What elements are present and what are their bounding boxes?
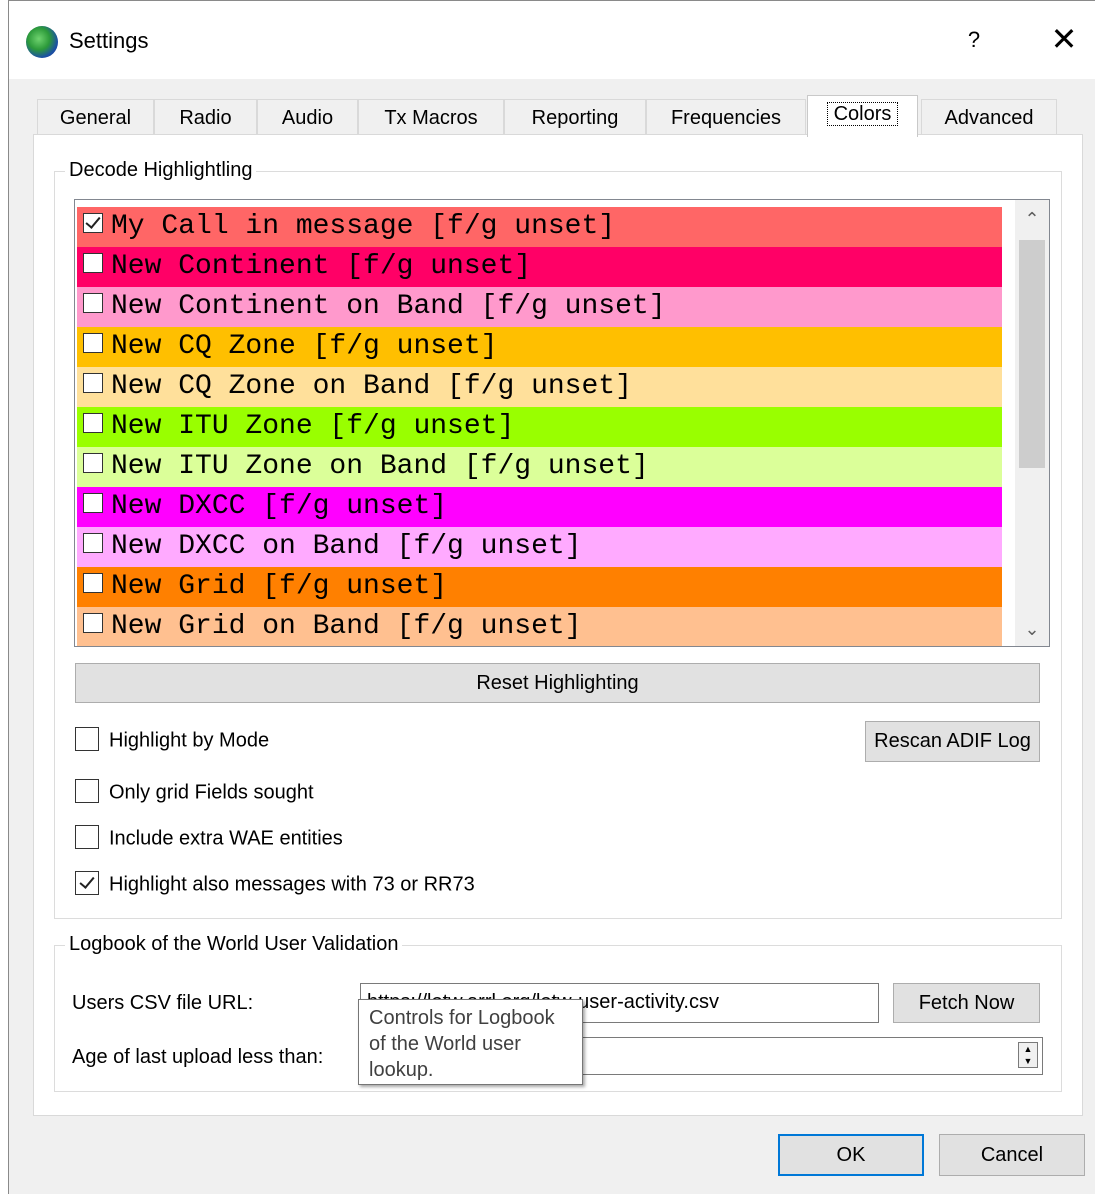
row-label: New CQ Zone on Band [f/g unset] [111,371,632,402]
lotw-group-title: Logbook of the World User Validation [65,933,403,956]
row-label: New ITU Zone [f/g unset] [111,411,515,442]
row-checkbox-checked[interactable] [83,212,103,233]
checkbox-box [75,727,99,751]
include-wae-checkbox[interactable]: Include extra WAE entities [75,825,343,851]
scroll-down-icon[interactable]: ⌄ [1015,612,1049,646]
row-label: New CQ Zone [f/g unset] [111,331,498,362]
tab-audio[interactable]: Audio [257,99,358,135]
window-title: Settings [69,28,149,53]
row-label: New Continent on Band [f/g unset] [111,291,666,322]
lotw-tooltip: Controls for Logbook of the World user l… [358,999,583,1085]
cancel-button[interactable]: Cancel [939,1134,1085,1176]
highlight-row[interactable]: New CQ Zone on Band [f/g unset] [77,367,1002,407]
checkbox-box [75,779,99,803]
tab-colors[interactable]: Colors [807,95,918,137]
row-checkbox[interactable] [83,612,103,633]
row-checkbox[interactable] [83,252,103,273]
row-label: My Call in message [f/g unset] [111,211,616,242]
highlight-row[interactable]: New Grid on Band [f/g unset] [77,607,1002,646]
highlight-73-checkbox[interactable]: Highlight also messages with 73 or RR73 [75,871,475,897]
row-label: New ITU Zone on Band [f/g unset] [111,451,649,482]
row-checkbox[interactable] [83,412,103,433]
reset-highlighting-button[interactable]: Reset Highlighting [75,663,1040,703]
checkbox-label: Only grid Fields sought [109,781,314,804]
highlight-row[interactable]: My Call in message [f/g unset] [77,207,1002,247]
highlight-list[interactable]: My Call in message [f/g unset] New Contin… [74,199,1050,647]
row-label: New Grid on Band [f/g unset] [111,611,582,642]
row-checkbox[interactable] [83,372,103,393]
only-grid-fields-checkbox[interactable]: Only grid Fields sought [75,779,314,805]
row-checkbox[interactable] [83,492,103,513]
rescan-adif-log-button[interactable]: Rescan ADIF Log [865,721,1040,762]
tab-tx-macros[interactable]: Tx Macros [358,99,504,135]
row-checkbox[interactable] [83,572,103,593]
row-checkbox[interactable] [83,532,103,553]
fetch-now-button[interactable]: Fetch Now [893,983,1040,1023]
ok-button[interactable]: OK [778,1134,924,1176]
highlight-row[interactable]: New Grid [f/g unset] [77,567,1002,607]
highlight-row[interactable]: New ITU Zone on Band [f/g unset] [77,447,1002,487]
checkbox-label: Highlight by Mode [109,729,270,752]
highlight-row[interactable]: New Continent on Band [f/g unset] [77,287,1002,327]
checkbox-box-checked [75,871,99,895]
users-csv-url-label: Users CSV file URL: [72,992,254,1014]
tab-general[interactable]: General [37,99,154,135]
checkbox-label: Include extra WAE entities [109,827,343,850]
decode-group-title: Decode Highlightling [65,159,257,182]
tab-frequencies[interactable]: Frequencies [646,99,806,135]
age-last-upload-label: Age of last upload less than: [72,1046,324,1068]
help-button[interactable]: ? [964,27,984,53]
row-label: New DXCC [f/g unset] [111,491,448,522]
spin-updown-icon[interactable]: ▲ ▼ [1018,1042,1038,1068]
highlight-by-mode-checkbox[interactable]: Highlight by Mode [75,727,270,753]
highlight-row[interactable]: New Continent [f/g unset] [77,247,1002,287]
checkbox-label: Highlight also messages with 73 or RR73 [109,873,475,896]
highlight-row[interactable]: New CQ Zone [f/g unset] [77,327,1002,367]
highlight-row[interactable]: New DXCC [f/g unset] [77,487,1002,527]
row-label: New Grid [f/g unset] [111,571,448,602]
row-checkbox[interactable] [83,452,103,473]
scroll-thumb[interactable] [1019,240,1045,468]
tab-reporting[interactable]: Reporting [504,99,646,135]
checkbox-box [75,825,99,849]
highlight-row[interactable]: New ITU Zone [f/g unset] [77,407,1002,447]
title-bar: Settings ? ✕ [9,1,1095,79]
row-checkbox[interactable] [83,332,103,353]
row-label: New DXCC on Band [f/g unset] [111,531,582,562]
settings-dialog: Settings ? ✕ General Radio Audio Tx Macr… [8,0,1095,1194]
row-label: New Continent [f/g unset] [111,251,532,282]
highlight-row[interactable]: New DXCC on Band [f/g unset] [77,527,1002,567]
row-checkbox[interactable] [83,292,103,313]
scroll-up-icon[interactable]: ⌃ [1015,202,1049,236]
app-globe-icon [26,26,58,58]
tab-advanced[interactable]: Advanced [921,99,1057,135]
list-scrollbar[interactable]: ⌃ ⌄ [1015,200,1049,646]
close-icon[interactable]: ✕ [1049,21,1079,57]
tab-colors-label: Colors [826,102,899,126]
tab-radio[interactable]: Radio [154,99,257,135]
